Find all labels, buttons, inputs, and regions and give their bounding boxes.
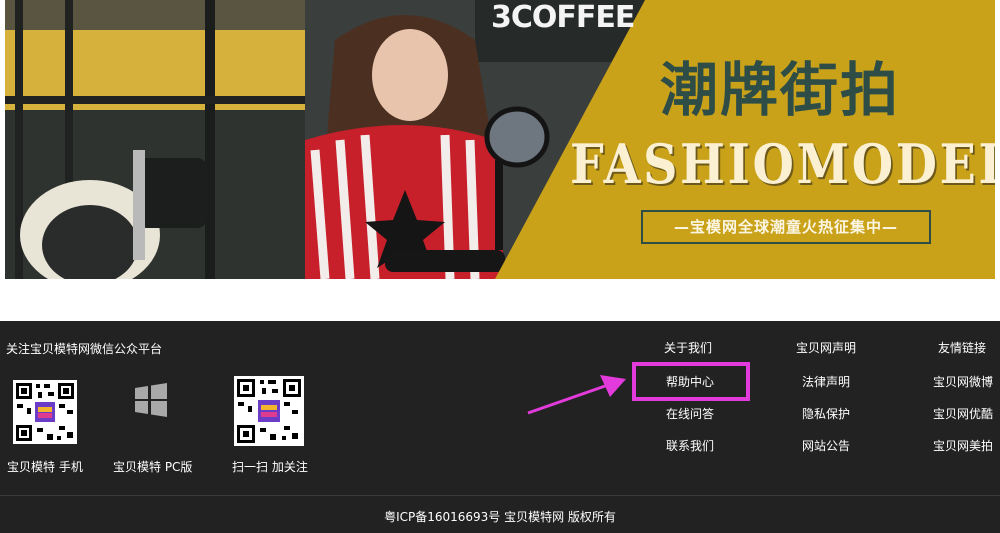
copyright-text: 粤ICP备16016693号 宝贝模特网 版权所有 — [384, 510, 616, 524]
footer-link-legal[interactable]: 法律声明 — [802, 374, 850, 390]
banner-headline-cn: 潮牌街拍 — [660, 56, 901, 124]
site-footer: 关注宝贝模特网微信公众平台 宝贝模特 手机 宝贝模特 PC版 扫一扫 加关注 关… — [0, 321, 1000, 533]
footer-link-about-us[interactable]: 关于我们 — [664, 340, 712, 356]
platform-label-pc: 宝贝模特 PC版 — [113, 460, 193, 474]
footer-link-contact-us[interactable]: 联系我们 — [666, 438, 714, 454]
footer-link-announcement[interactable]: 网站公告 — [802, 438, 850, 454]
footer-divider — [0, 495, 1000, 496]
footer-link-weibo[interactable]: 宝贝网微博 — [933, 374, 993, 390]
footer-link-statement[interactable]: 宝贝网声明 — [796, 340, 856, 356]
windows-icon — [134, 383, 168, 417]
pointer-arrow-icon — [527, 375, 626, 415]
platform-label-mobile: 宝贝模特 手机 — [7, 460, 83, 474]
highlight-box — [632, 362, 750, 401]
footer-link-meipai[interactable]: 宝贝网美拍 — [933, 438, 993, 454]
footer-link-youku[interactable]: 宝贝网优酷 — [933, 406, 993, 422]
hero-banner[interactable]: 3COFFEE 潮牌街拍 FASHIOMODELS —宝模网全球潮童火热征集中— — [5, 0, 995, 279]
footer-link-privacy[interactable]: 隐私保护 — [802, 406, 850, 422]
footer-link-online-qa[interactable]: 在线问答 — [666, 406, 714, 422]
platform-label-follow: 扫一扫 加关注 — [232, 460, 308, 474]
footer-link-friend-links[interactable]: 友情链接 — [938, 340, 986, 356]
banner-tagline: —宝模网全球潮童火热征集中— — [641, 210, 931, 244]
wechat-follow-title: 关注宝贝模特网微信公众平台 — [6, 342, 163, 356]
brand-sign-text: 3COFFEE — [491, 0, 635, 35]
banner-headline-en: FASHIOMODELS — [570, 132, 995, 196]
qr-code-icon — [234, 376, 304, 446]
qr-code-icon — [13, 380, 77, 444]
